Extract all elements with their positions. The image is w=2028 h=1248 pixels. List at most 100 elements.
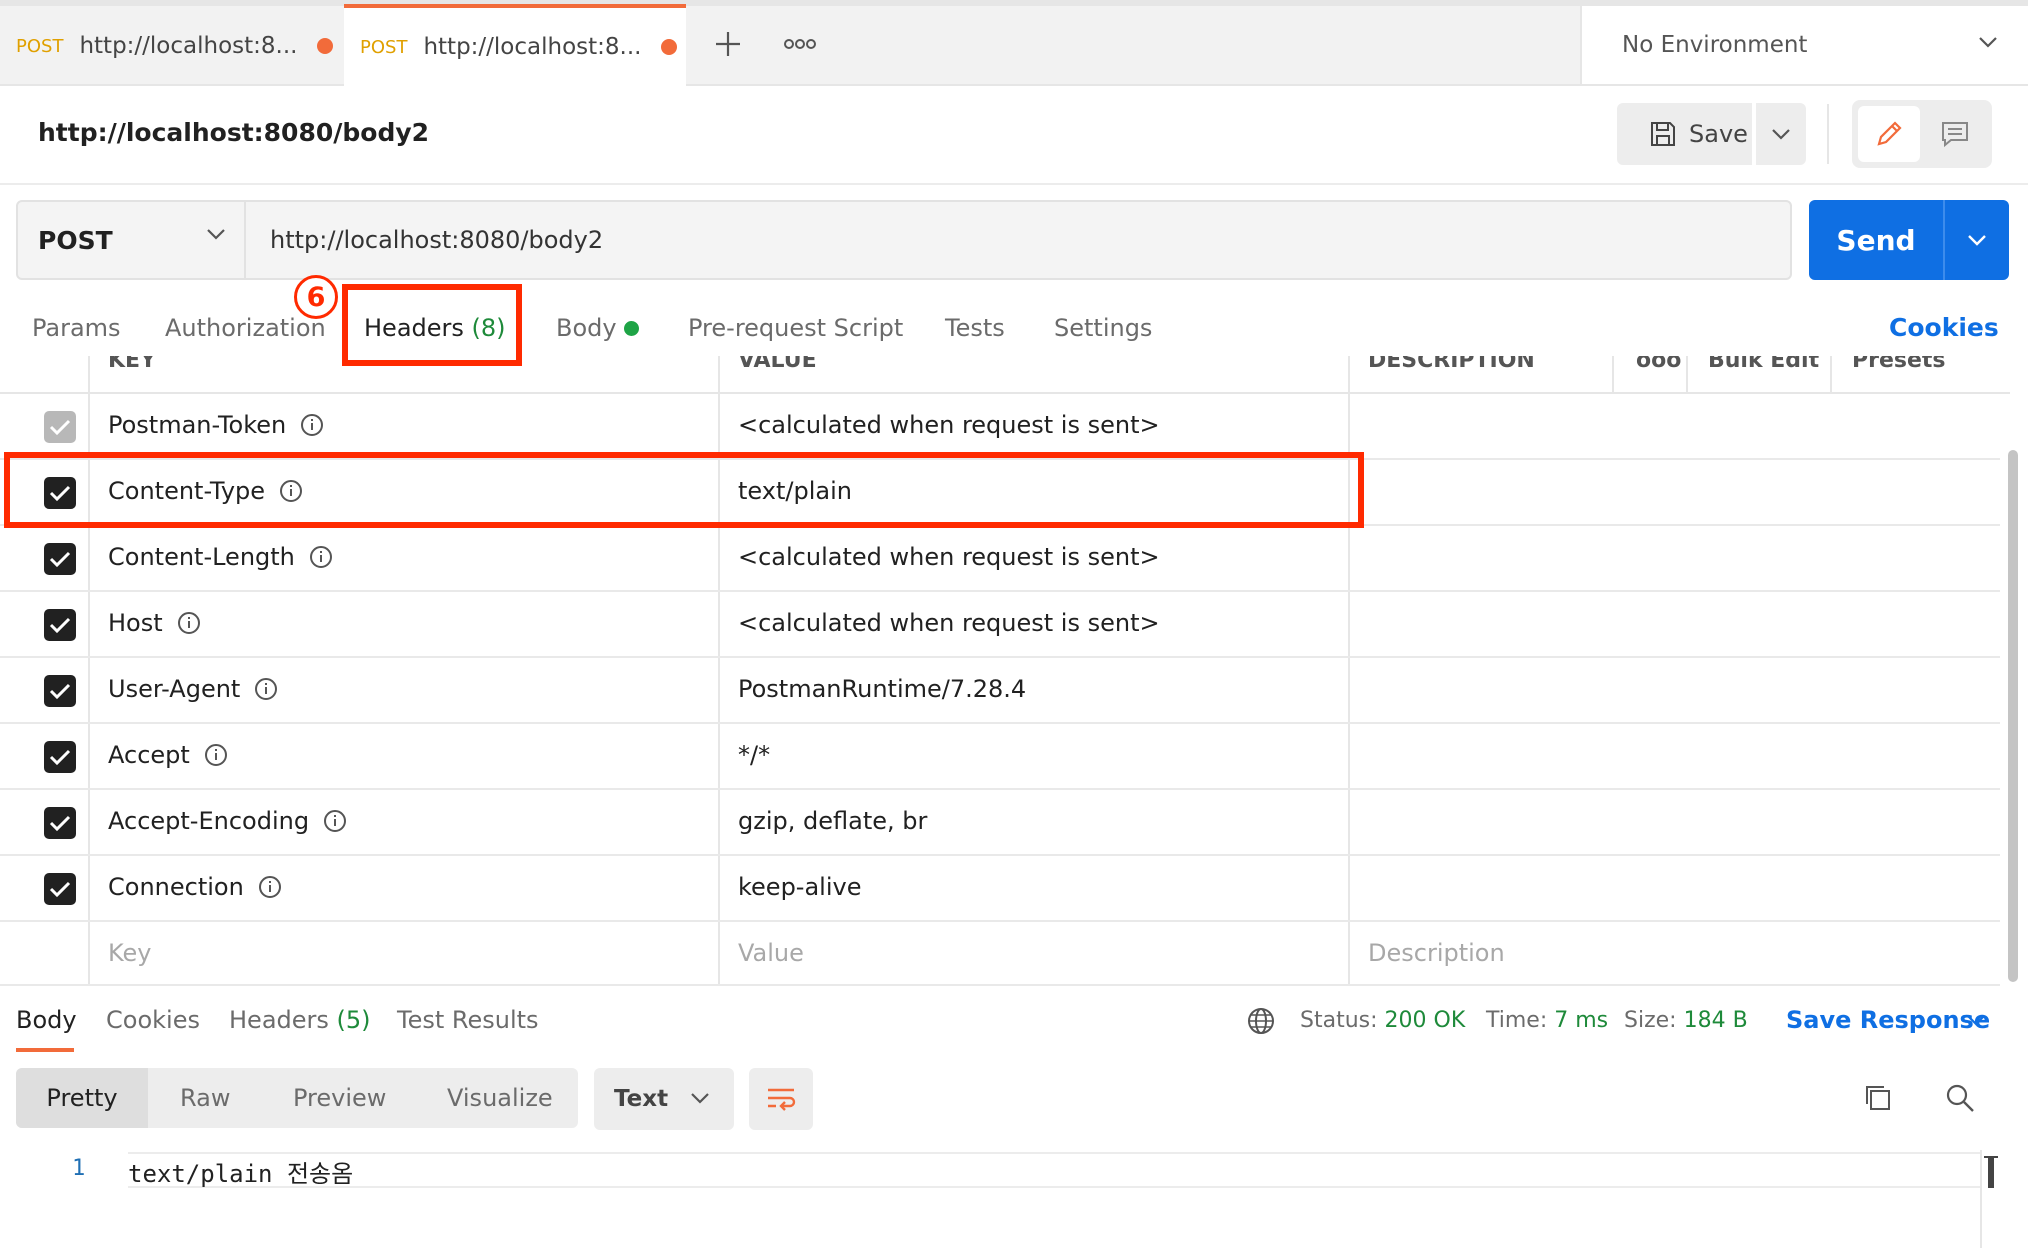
header-key[interactable]: Accept [108, 741, 228, 769]
divider [0, 183, 2028, 185]
header-key-text: Content-Length [108, 543, 295, 571]
format-raw[interactable]: Raw [180, 1084, 230, 1112]
header-key[interactable]: Content-Length [108, 543, 333, 571]
url-input[interactable]: http://localhost:8080/body2 [270, 226, 603, 254]
info-icon[interactable] [323, 809, 347, 833]
comment-icon [1940, 120, 1970, 148]
save-options-button[interactable] [1756, 103, 1806, 165]
header-value[interactable]: gzip, deflate, br [738, 807, 927, 835]
chevron-down-icon[interactable] [1966, 1014, 1986, 1026]
request-tab-1[interactable]: POST http://localhost:8... [0, 6, 342, 86]
response-headers-count: (5) [336, 1006, 371, 1034]
tab-tests[interactable]: Tests [945, 314, 1005, 342]
header-enabled-checkbox[interactable] [44, 411, 76, 443]
divider [1827, 104, 1829, 164]
column-options-button[interactable]: ooo [1636, 356, 1681, 373]
header-value[interactable]: keep-alive [738, 873, 861, 901]
table-scrollbar[interactable] [2008, 450, 2018, 982]
status-value: 200 OK [1384, 1008, 1466, 1033]
header-value[interactable]: <calculated when request is sent> [738, 543, 1160, 571]
new-header-row: Key Value Description [0, 922, 2000, 986]
send-options-button[interactable] [1943, 200, 2009, 280]
info-icon[interactable] [254, 677, 278, 701]
presets-button[interactable]: Presets [1852, 356, 1946, 373]
response-tab-headers[interactable]: Headers (5) [229, 1006, 371, 1034]
request-title[interactable]: http://localhost:8080/body2 [38, 118, 429, 147]
tab-body[interactable]: Body [556, 314, 617, 342]
edit-mode-button[interactable] [1858, 106, 1920, 162]
tab-pre-request-script[interactable]: Pre-request Script [688, 314, 903, 342]
response-tab-test-results[interactable]: Test Results [397, 1006, 539, 1034]
response-code-editor[interactable] [128, 1152, 1980, 1188]
save-icon [1649, 120, 1677, 148]
new-value-input[interactable]: Value [738, 939, 804, 967]
tab-settings[interactable]: Settings [1054, 314, 1152, 342]
wrap-lines-icon [765, 1085, 797, 1113]
header-value[interactable]: */* [738, 741, 770, 769]
info-icon[interactable] [258, 875, 282, 899]
plus-icon[interactable] [714, 30, 742, 58]
chevron-down-icon [206, 228, 226, 240]
header-enabled-checkbox[interactable] [44, 741, 76, 773]
header-key[interactable]: Host [108, 609, 201, 637]
bulk-edit-button[interactable]: Bulk Edit [1708, 356, 1819, 373]
request-tab-2[interactable]: POST http://localhost:8... [344, 4, 686, 86]
header-key[interactable]: Connection [108, 873, 282, 901]
format-preview[interactable]: Preview [293, 1084, 386, 1112]
new-key-input[interactable]: Key [108, 939, 152, 967]
response-tab-cookies[interactable]: Cookies [106, 1006, 200, 1034]
cookies-link[interactable]: Cookies [1889, 313, 1999, 342]
header-enabled-checkbox[interactable] [44, 873, 76, 905]
response-headers-label: Headers [229, 1006, 329, 1034]
header-enabled-checkbox[interactable] [44, 675, 76, 707]
format-visualize[interactable]: Visualize [447, 1084, 553, 1112]
comments-button[interactable] [1924, 106, 1986, 162]
chevron-down-icon [1967, 234, 1987, 246]
column-key: KEY [108, 356, 157, 373]
header-key[interactable]: Postman-Token [108, 411, 324, 439]
format-pretty[interactable]: Pretty [16, 1068, 148, 1128]
search-icon[interactable] [1944, 1082, 1976, 1114]
save-response-button[interactable]: Save Response [1786, 1006, 1990, 1034]
header-key-text: Accept-Encoding [108, 807, 310, 835]
more-tabs-icon[interactable] [784, 38, 816, 50]
header-key[interactable]: Accept-Encoding [108, 807, 347, 835]
header-enabled-checkbox[interactable] [44, 807, 76, 839]
header-value[interactable]: <calculated when request is sent> [738, 411, 1160, 439]
info-icon[interactable] [300, 413, 324, 437]
info-icon[interactable] [309, 545, 333, 569]
header-key-text: Host [108, 609, 163, 637]
environment-label: No Environment [1622, 32, 1808, 58]
send-button[interactable]: Send [1809, 200, 1943, 280]
save-button[interactable]: Save [1617, 103, 1752, 165]
environment-select[interactable]: No Environment [1580, 6, 2028, 84]
header-enabled-checkbox[interactable] [44, 609, 76, 641]
size-label: Size: [1624, 1008, 1677, 1033]
tab-params[interactable]: Params [32, 314, 121, 342]
header-value[interactable]: PostmanRuntime/7.28.4 [738, 675, 1026, 703]
globe-icon[interactable] [1246, 1006, 1276, 1036]
tab-authorization[interactable]: Authorization [165, 314, 326, 342]
method-label: POST [38, 225, 113, 255]
pencil-icon [1874, 119, 1904, 149]
column-value: VALUE [738, 356, 817, 373]
header-value[interactable]: <calculated when request is sent> [738, 609, 1160, 637]
method-select[interactable]: POST [18, 202, 246, 278]
annotation-number: 6 [294, 275, 338, 319]
wrap-lines-button[interactable] [749, 1068, 813, 1130]
response-type-select[interactable]: Text [594, 1068, 734, 1130]
table-row: Accept-Encoding gzip, deflate, br [0, 790, 2000, 856]
header-enabled-checkbox[interactable] [44, 543, 76, 575]
header-key-text: Connection [108, 873, 244, 901]
info-icon[interactable] [177, 611, 201, 635]
new-description-input[interactable]: Description [1368, 939, 1505, 967]
response-tab-body[interactable]: Body [16, 1006, 77, 1034]
info-icon[interactable] [204, 743, 228, 767]
tab-url: http://localhost:8... [423, 34, 642, 60]
copy-icon[interactable] [1862, 1082, 1894, 1114]
header-key[interactable]: User-Agent [108, 675, 278, 703]
column-divider [1830, 356, 1832, 394]
editor-scrollbar[interactable] [1980, 1150, 2000, 1248]
column-description: DESCRIPTION [1368, 356, 1535, 373]
annotation-highlight-content-type [4, 452, 1364, 528]
